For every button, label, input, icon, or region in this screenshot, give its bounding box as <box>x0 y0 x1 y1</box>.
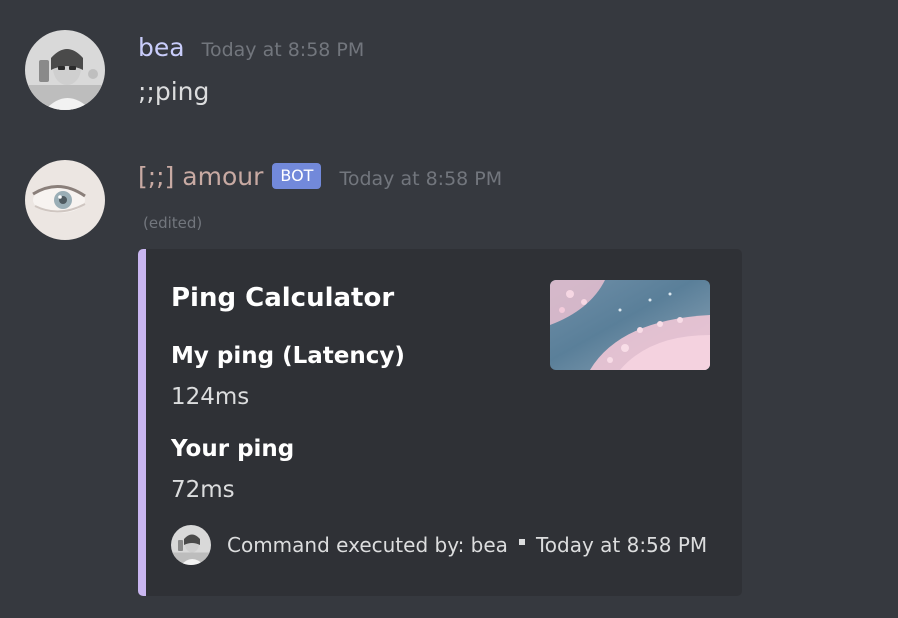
message-timestamp: Today at 8:58 PM <box>339 168 503 190</box>
footer-avatar <box>171 525 211 565</box>
embed-footer: Command executed by: bea Today at 8:58 P… <box>171 525 707 565</box>
message-timestamp: Today at 8:58 PM <box>201 39 365 61</box>
username-bea[interactable]: bea <box>138 33 185 63</box>
footer-separator <box>518 539 525 545</box>
embed: Ping Calculator My ping (Latency) 124ms … <box>138 249 742 596</box>
message-header: [;;] amour BOT Today at 8:58 PM <box>138 162 502 194</box>
edited-label: (edited) <box>143 214 203 232</box>
embed-thumbnail[interactable] <box>550 280 710 370</box>
footer-avatar-image <box>171 525 211 565</box>
embed-field-name: My ping (Latency) <box>171 343 405 369</box>
embed-field-name: Your ping <box>171 436 295 462</box>
avatar-bea[interactable] <box>25 30 105 110</box>
bot-avatar-image <box>25 160 105 240</box>
footer-text: Command executed by: bea <box>227 533 508 557</box>
user-avatar-image <box>25 30 105 110</box>
bot-badge: BOT <box>272 163 322 189</box>
chat-messages: bea Today at 8:58 PM ;;ping [;;] amour B… <box>0 0 898 618</box>
message-header: bea Today at 8:58 PM <box>138 33 364 65</box>
cherry-blossom-image <box>550 280 710 370</box>
embed-title: Ping Calculator <box>171 283 395 313</box>
avatar-amour[interactable] <box>25 160 105 240</box>
embed-field-value: 124ms <box>171 384 250 410</box>
username-amour[interactable]: [;;] amour <box>138 162 263 192</box>
embed-field-value: 72ms <box>171 477 235 503</box>
embed-accent-bar <box>138 249 146 596</box>
message-content: ;;ping <box>138 77 210 106</box>
footer-timestamp: Today at 8:58 PM <box>535 533 708 557</box>
